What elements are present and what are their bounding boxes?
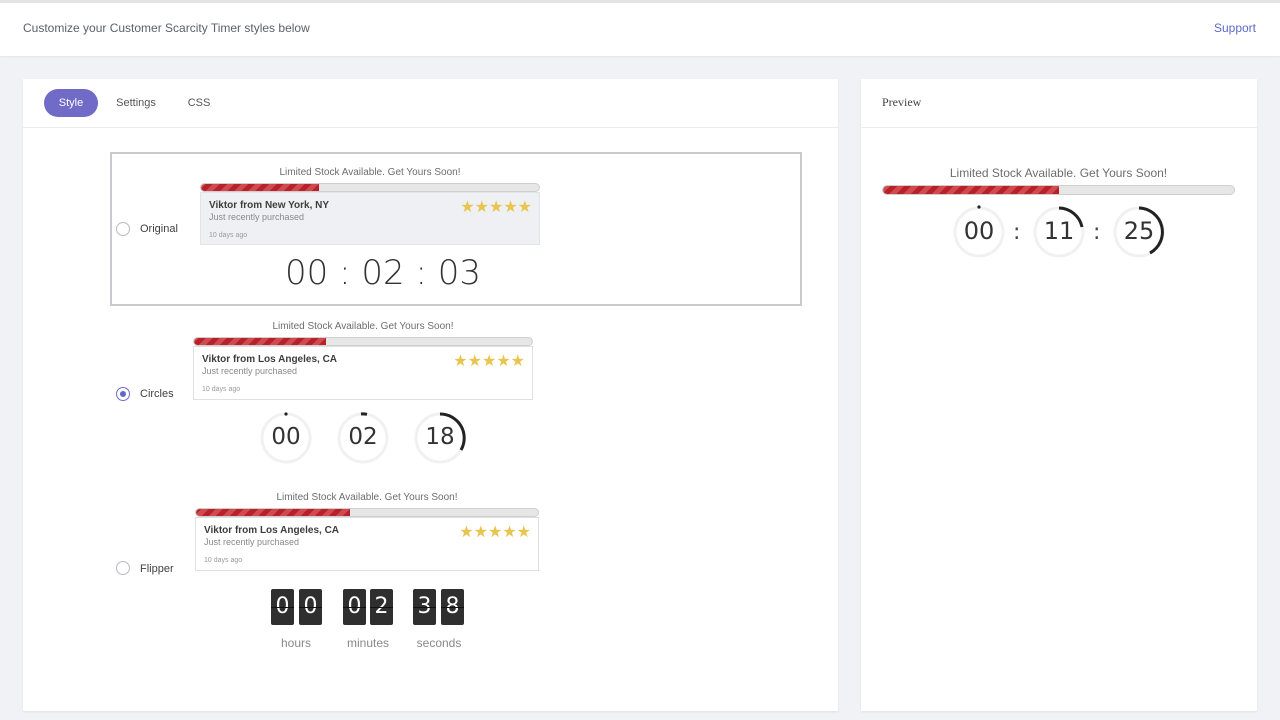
preview-colon: : <box>1013 220 1021 245</box>
purchase-time: 10 days ago <box>209 232 248 239</box>
preview-progress-bar <box>882 185 1235 195</box>
flip-hours-digit-1: 0 <box>271 589 294 625</box>
circles-progress-fill <box>194 338 326 345</box>
rating-stars-icon: ★★★★★ <box>459 524 531 541</box>
preview-seconds: 25 <box>1123 217 1155 245</box>
timer-seconds: 03 <box>437 253 481 293</box>
circles-radio[interactable] <box>116 387 130 401</box>
timer-colon: : <box>339 253 351 293</box>
original-purchase-card: Viktor from New York, NY Just recently p… <box>200 192 540 245</box>
flip-seconds-digit-1: 3 <box>413 589 436 625</box>
circles-hours: 00 <box>271 424 301 450</box>
original-progress-fill <box>201 184 320 191</box>
tab-bar: Style Settings CSS <box>23 79 838 128</box>
circles-purchase-card: Viktor from Los Angeles, CA Just recentl… <box>193 346 533 400</box>
preview-progress-fill <box>883 186 1059 194</box>
circles-label[interactable]: Circles <box>140 388 174 400</box>
preview-widget-title: Limited Stock Available. Get Yours Soon! <box>949 166 1168 180</box>
flip-minutes-digit-1: 0 <box>343 589 366 625</box>
flip-minutes-unit: minutes <box>346 636 390 650</box>
flip-hours-digit-2: 0 <box>299 589 322 625</box>
support-link[interactable]: Support <box>1214 21 1256 35</box>
flipper-progress-fill <box>196 509 350 516</box>
tab-settings[interactable]: Settings <box>109 89 163 117</box>
purchase-time: 10 days ago <box>202 386 241 393</box>
circles-minutes: 02 <box>348 424 378 450</box>
rating-stars-icon: ★★★★★ <box>453 353 525 370</box>
circles-progress-bar <box>193 337 533 346</box>
rating-stars-icon: ★★★★★ <box>460 199 532 216</box>
style-panel: Style Settings CSS Original Limited Stoc… <box>23 79 838 711</box>
purchase-name: Viktor from Los Angeles, CA <box>204 525 340 536</box>
original-label[interactable]: Original <box>140 223 178 235</box>
flip-seconds-unit: seconds <box>416 636 462 650</box>
preview-hours: 00 <box>963 217 995 245</box>
purchase-name: Viktor from New York, NY <box>209 200 330 211</box>
timer-colon: : <box>415 253 427 293</box>
circles-seconds: 18 <box>425 424 455 450</box>
tab-css[interactable]: CSS <box>175 89 223 117</box>
circles-widget-title: Limited Stock Available. Get Yours Soon! <box>272 321 454 332</box>
purchase-time: 10 days ago <box>204 557 243 564</box>
original-widget-title: Limited Stock Available. Get Yours Soon! <box>279 167 461 178</box>
hours-progress-dot <box>284 412 288 416</box>
flipper-widget-title: Limited Stock Available. Get Yours Soon! <box>276 492 458 503</box>
preview-hours-dot <box>977 205 981 209</box>
flipper-radio[interactable] <box>116 561 130 575</box>
timer-minutes: 02 <box>361 253 405 293</box>
flipper-progress-bar <box>195 508 539 517</box>
preview-title: Preview <box>882 95 922 109</box>
flip-seconds-digit-2: 8 <box>441 589 464 625</box>
page-heading: Customize your Customer Scarcity Timer s… <box>23 21 310 35</box>
original-radio[interactable] <box>116 222 130 236</box>
purchase-subtext: Just recently purchased <box>209 212 305 222</box>
original-progress-bar <box>200 183 540 192</box>
flip-minutes-digit-2: 2 <box>370 589 393 625</box>
flipper-purchase-card: Viktor from Los Angeles, CA Just recentl… <box>195 517 539 571</box>
original-timer: 00 : 02 : 03 <box>285 253 481 293</box>
purchase-subtext: Just recently purchased <box>202 366 298 376</box>
preview-colon: : <box>1093 220 1101 245</box>
preview-minutes: 11 <box>1043 217 1075 245</box>
preview-panel: Preview Limited Stock Available. Get You… <box>861 79 1257 711</box>
top-bar: Customize your Customer Scarcity Timer s… <box>0 0 1280 56</box>
purchase-subtext: Just recently purchased <box>204 537 300 547</box>
purchase-name: Viktor from Los Angeles, CA <box>202 354 338 365</box>
tab-style[interactable]: Style <box>44 89 98 117</box>
preview-header: Preview <box>861 79 1257 128</box>
timer-hours: 00 <box>285 253 329 293</box>
flip-hours-unit: hours <box>280 636 312 650</box>
flipper-label[interactable]: Flipper <box>140 563 174 575</box>
